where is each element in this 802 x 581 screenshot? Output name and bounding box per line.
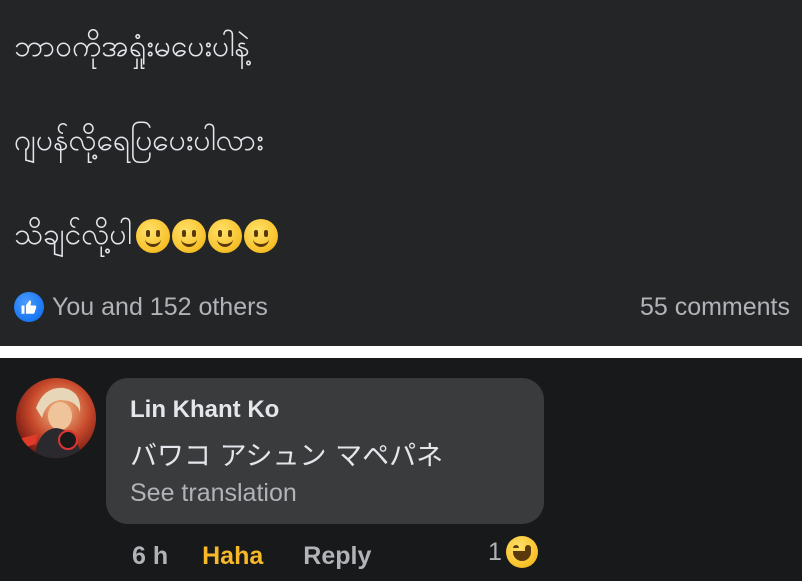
reaction-summary-bar: You and 152 others 55 comments xyxy=(14,290,790,324)
comment-bubble: Lin Khant Ko バワコ アシュン マペパネ See translati… xyxy=(106,378,544,524)
slightly-smiling-face-icon xyxy=(135,218,170,253)
comment-actions: 6 h Haha Reply xyxy=(132,539,371,573)
slightly-smiling-face-icon xyxy=(207,218,242,253)
reaction-count-text: 1 xyxy=(488,537,502,566)
post-text-line-3-text: သိချင်လို့ပါ xyxy=(14,217,132,252)
commenter-name[interactable]: Lin Khant Ko xyxy=(130,396,279,424)
slightly-smiling-face-icon xyxy=(171,218,206,253)
comment-text: バワコ アシュン マペパネ xyxy=(130,441,444,472)
emoji-group xyxy=(135,218,278,253)
post-text-line-2: ဂျပန်လို့ရေပြပေးပါလား xyxy=(14,123,264,158)
section-divider xyxy=(0,346,802,358)
comments-count-link[interactable]: 55 comments xyxy=(640,293,790,322)
post-text-line-1: ဘာဝကိုအရှုံးမပေးပါနဲ့ xyxy=(14,29,250,64)
like-summary-text: You and 152 others xyxy=(52,292,268,321)
thumbs-up-icon xyxy=(14,292,44,322)
see-translation-link[interactable]: See translation xyxy=(130,479,297,508)
like-summary[interactable]: You and 152 others xyxy=(14,292,268,322)
reply-button[interactable]: Reply xyxy=(303,542,371,571)
post-body: ဘာဝကိုအရှုံးမပေးပါနဲ့ ဂျပန်လို့ရေပြပေးပါ… xyxy=(0,0,802,346)
post-text-line-3: သိချင်လို့ပါ xyxy=(14,214,278,259)
avatar[interactable] xyxy=(16,378,96,458)
laughing-face-icon xyxy=(505,536,538,568)
slightly-smiling-face-icon xyxy=(243,218,278,253)
comment-timestamp[interactable]: 6 h xyxy=(132,542,168,571)
comment-section: Lin Khant Ko バワコ アシュン マペパネ See translati… xyxy=(0,358,802,581)
haha-reaction-button[interactable]: Haha xyxy=(202,542,263,571)
comment-reaction-count[interactable]: 1 xyxy=(488,536,538,568)
